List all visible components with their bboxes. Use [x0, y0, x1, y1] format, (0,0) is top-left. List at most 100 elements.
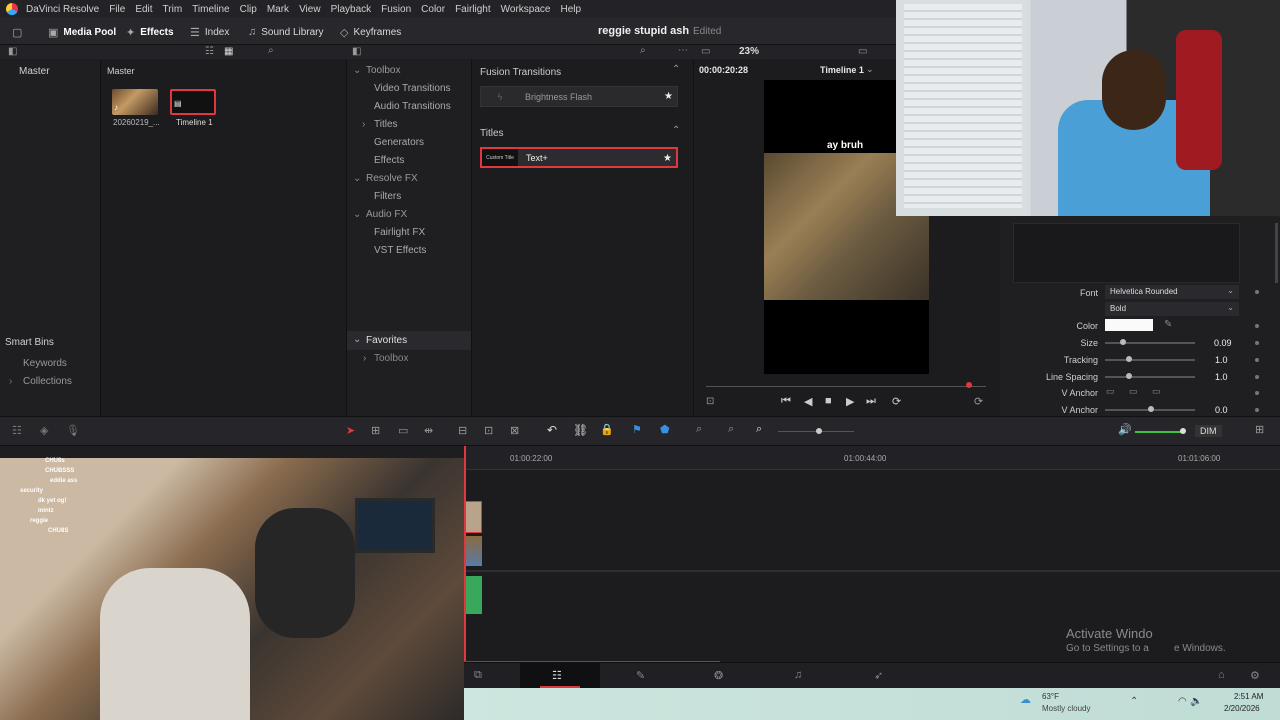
video-clip[interactable]	[464, 536, 482, 566]
fusion-page-icon[interactable]: ✎	[636, 669, 645, 682]
search-icon[interactable]: ⌕	[268, 45, 274, 56]
smart-bin-collections[interactable]: Collections	[23, 376, 72, 387]
menu-file[interactable]: File	[109, 4, 125, 15]
mixer-icon[interactable]: ⊞	[1255, 423, 1264, 436]
chevron-down-icon[interactable]: ⌄	[353, 209, 361, 220]
bin-master[interactable]: Master	[19, 66, 50, 77]
menu-help[interactable]: Help	[560, 4, 581, 15]
timeline-ruler[interactable]: 01:00:22:00 01:00:44:00 01:01:06:00	[464, 446, 1280, 470]
tree-generators[interactable]: Generators	[374, 137, 424, 148]
fairlight-page-icon[interactable]: ♫	[794, 669, 802, 681]
keyframe-dot[interactable]	[1255, 290, 1259, 294]
menu-view[interactable]: View	[299, 4, 321, 15]
snapping-icon[interactable]: ↶	[547, 423, 557, 437]
menu-timeline[interactable]: Timeline	[192, 4, 229, 15]
menu-fusion[interactable]: Fusion	[381, 4, 411, 15]
tree-vst-effects[interactable]: VST Effects	[374, 245, 426, 256]
wifi-icon[interactable]: ◠	[1178, 696, 1187, 707]
favorite-star-icon[interactable]: ★	[664, 91, 673, 102]
v-anchor2-value[interactable]: 0.0	[1215, 405, 1228, 415]
inspector-scrollbar[interactable]	[1275, 223, 1278, 283]
play-icon[interactable]: ▶	[846, 395, 854, 408]
panel-toggle-icon[interactable]: ◧	[8, 46, 17, 57]
effects-button[interactable]: ✦ Effects	[126, 23, 174, 41]
tree-effects[interactable]: Effects	[374, 155, 404, 166]
menu-trim[interactable]: Trim	[163, 4, 183, 15]
home-icon[interactable]: ⌂	[1218, 669, 1225, 681]
effects-panel-toggle-icon[interactable]: ◧	[352, 46, 361, 57]
voiceover-icon[interactable]: 🎙	[66, 424, 80, 437]
insert-icon[interactable]: ⊟	[458, 424, 467, 437]
viewer-options-icon[interactable]: ▭	[858, 46, 867, 57]
dim-button[interactable]: DIM	[1195, 425, 1222, 437]
zoom-level[interactable]: 23%	[739, 46, 759, 57]
jump-start-icon[interactable]: ⏮	[781, 395, 791, 408]
collapse-icon[interactable]: ⌃	[672, 125, 680, 136]
weather-temp[interactable]: 63°F	[1042, 692, 1059, 701]
scrubber-playhead[interactable]	[966, 382, 972, 388]
stop-icon[interactable]: ■	[825, 395, 832, 407]
menu-color[interactable]: Color	[421, 4, 445, 15]
sound-library-button[interactable]: ♫ Sound Library	[248, 23, 324, 41]
keyframe-dot[interactable]	[1255, 358, 1259, 362]
tracking-value[interactable]: 1.0	[1215, 355, 1228, 365]
zoom-detail-icon[interactable]: ⌕	[728, 423, 734, 436]
keyframe-dot[interactable]	[1255, 341, 1259, 345]
media-pool-button[interactable]: ▣ Media Pool	[48, 23, 116, 41]
viewer-layout-icon[interactable]: ▭	[701, 46, 710, 57]
color-page-icon[interactable]: ❂	[714, 669, 723, 682]
chevron-down-icon[interactable]: ⌄	[866, 64, 874, 75]
zoom-full-icon[interactable]: ⌕	[696, 423, 702, 436]
menu-clip[interactable]: Clip	[240, 4, 257, 15]
flag-icon[interactable]: ⚑	[632, 423, 642, 436]
zoom-knob[interactable]	[816, 428, 822, 434]
link-icon[interactable]: ⛓	[573, 423, 588, 437]
timeline-area[interactable]: 01:00:22:00 01:00:44:00 01:01:06:00 Acti…	[464, 446, 1280, 664]
keyframe-dot[interactable]	[1255, 408, 1259, 412]
favorites-header[interactable]: ⌄ Favorites	[347, 331, 471, 350]
timeline-view-icon[interactable]: ☷	[12, 424, 22, 437]
line-spacing-value[interactable]: 1.0	[1215, 372, 1228, 382]
volume-knob[interactable]	[1180, 428, 1186, 434]
match-frame-icon[interactable]: ⟳	[974, 395, 983, 408]
title-clip[interactable]	[464, 501, 482, 533]
chevron-down-icon[interactable]: ⌄	[353, 65, 361, 76]
media-page-icon[interactable]: ⧉	[474, 669, 482, 682]
more-options-icon[interactable]: ⋯	[678, 45, 688, 56]
color-swatch[interactable]	[1105, 319, 1153, 331]
keyframes-button[interactable]: ◇ Keyframes	[340, 23, 401, 41]
jump-end-icon[interactable]: ⏭	[866, 395, 876, 408]
line-spacing-slider[interactable]	[1105, 376, 1195, 378]
marker-icon[interactable]: ⬟	[660, 423, 670, 436]
grid-view-icon[interactable]: ▦	[224, 46, 233, 57]
tree-audio-transitions[interactable]: Audio Transitions	[374, 101, 451, 112]
menu-fairlight[interactable]: Fairlight	[455, 4, 491, 15]
clip-thumb-timeline[interactable]: ▤	[170, 89, 216, 115]
scrubber-track[interactable]	[706, 386, 986, 387]
settings-gear-icon[interactable]: ⚙	[1250, 669, 1260, 682]
clock-time[interactable]: 2:51 AM	[1234, 692, 1263, 701]
v-anchor-knob[interactable]	[1148, 406, 1154, 412]
fx-brightness-flash[interactable]: ϟ Brightness Flash ★	[480, 86, 678, 107]
sidebar-toggle-button[interactable]: ▢	[12, 23, 22, 41]
effects-search-icon[interactable]: ⌕	[640, 45, 646, 56]
clip-thumb-video[interactable]: ♪	[112, 89, 158, 115]
eyedropper-icon[interactable]: ✎	[1164, 319, 1172, 330]
size-slider[interactable]	[1105, 342, 1195, 344]
menu-mark[interactable]: Mark	[267, 4, 289, 15]
text-entry-box[interactable]	[1013, 223, 1240, 283]
crop-icon[interactable]: ⊡	[706, 396, 714, 407]
chevron-up-icon[interactable]: ⌃	[1130, 696, 1138, 707]
timeline-playhead[interactable]	[464, 446, 466, 662]
keyframe-dot[interactable]	[1255, 375, 1259, 379]
menu-playback[interactable]: Playback	[331, 4, 372, 15]
audio-clip[interactable]	[464, 576, 482, 614]
font-select[interactable]: Helvetica Rounded ⌄	[1105, 285, 1239, 299]
fx-text-plus[interactable]: Custom Title Text+ ★	[480, 147, 678, 168]
tracking-slider[interactable]	[1105, 359, 1195, 361]
tree-resolve-fx[interactable]: Resolve FX	[366, 173, 418, 184]
dynamic-trim-icon[interactable]: ⇹	[424, 424, 433, 437]
replace-icon[interactable]: ⊠	[510, 424, 519, 437]
deliver-page-icon[interactable]: ➶	[874, 669, 883, 682]
overwrite-icon[interactable]: ⊡	[484, 424, 493, 437]
